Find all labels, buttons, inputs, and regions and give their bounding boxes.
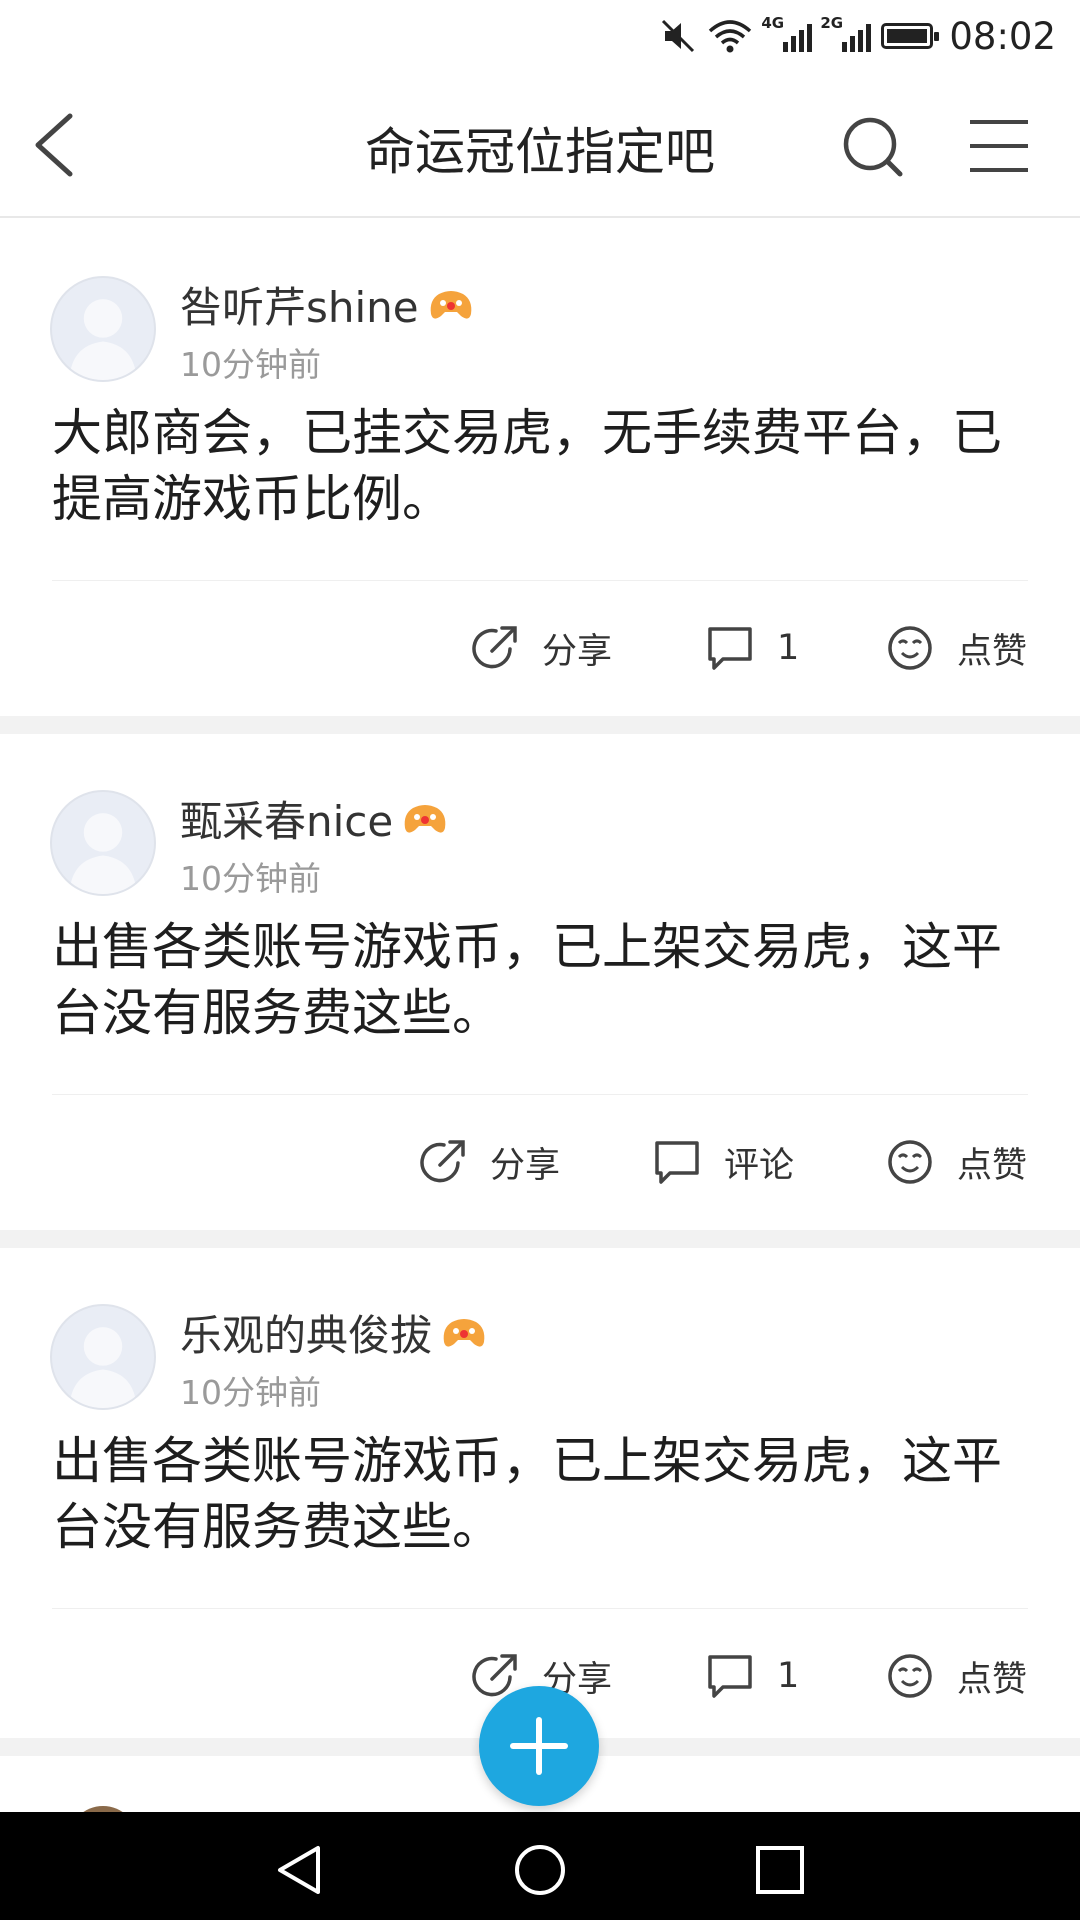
post-content[interactable]: 出售各类账号游戏币，已上架交易虎，这平台没有服务费这些。: [52, 1428, 1037, 1560]
post-time: 10分钟前: [180, 1373, 321, 1412]
comment-button[interactable]: 评论: [652, 1122, 794, 1202]
share-icon: [472, 626, 517, 669]
comment-count: 1: [777, 1656, 800, 1696]
post-card[interactable]: 甄采春nice 10分钟前 出售各类账号游戏币，已上架交易虎，这平台没有服务费这…: [0, 734, 1080, 1230]
like-button[interactable]: 点赞: [885, 1636, 1027, 1716]
share-label: 分享: [490, 1145, 561, 1186]
status-bar: 4G 2G 08:02: [0, 0, 1080, 72]
username[interactable]: 乐观的典俊拔: [180, 1302, 486, 1363]
top-header: 命运冠位指定吧: [0, 72, 1080, 218]
page-title: 命运冠位指定吧: [365, 123, 715, 181]
username-text: 甄采春nice: [180, 797, 394, 846]
like-button[interactable]: 点赞: [885, 608, 1027, 688]
comment-count: 1: [777, 628, 800, 668]
gamepad-badge-icon: [404, 804, 446, 833]
post-actions: 分享 1 点赞: [0, 608, 1080, 688]
comment-label: 评论: [724, 1145, 795, 1186]
gamepad-badge-icon: [443, 1318, 485, 1347]
gamepad-badge-icon: [430, 290, 471, 319]
like-button[interactable]: 点赞: [885, 1122, 1027, 1202]
mute-icon: [662, 19, 695, 53]
post-actions: 分享 评论 点赞: [0, 1122, 1080, 1202]
battery-icon: [881, 23, 940, 49]
avatar[interactable]: [50, 1304, 156, 1410]
like-icon: [888, 1654, 932, 1698]
divider: [52, 580, 1028, 581]
system-nav-bar: [0, 1812, 1080, 1920]
like-icon: [888, 626, 932, 670]
like-label: 点赞: [957, 1659, 1028, 1700]
post-card[interactable]: 咎听芹shine 10分钟前 大郎商会，已挂交易虎，无手续费平台，已提高游戏币比…: [0, 220, 1080, 716]
post-separator: [0, 1230, 1080, 1248]
avatar[interactable]: [50, 276, 156, 382]
comment-button[interactable]: 1: [705, 608, 799, 688]
share-label: 分享: [542, 631, 613, 672]
signal-2g-icon: 2G: [820, 14, 872, 52]
plus-icon: [510, 1717, 568, 1775]
network-4g-label: 4G: [761, 14, 785, 32]
comment-button[interactable]: 1: [705, 1636, 799, 1716]
nav-home-icon[interactable]: [512, 1842, 568, 1898]
nav-back-icon[interactable]: [272, 1842, 328, 1898]
comment-icon: [655, 1141, 699, 1184]
status-time: 08:02: [949, 14, 1056, 58]
post-time: 10分钟前: [180, 345, 321, 384]
post-content[interactable]: 大郎商会，已挂交易虎，无手续费平台，已提高游戏币比例。: [52, 400, 1037, 532]
post-separator: [0, 716, 1080, 734]
comment-icon: [708, 627, 752, 670]
wifi-icon: [709, 20, 752, 53]
username[interactable]: 咎听芹shine: [180, 274, 473, 335]
share-icon: [420, 1140, 465, 1183]
like-label: 点赞: [957, 631, 1028, 672]
avatar[interactable]: [50, 790, 156, 896]
status-icons: 4G 2G 08:02: [659, 10, 1056, 62]
post-time: 10分钟前: [180, 859, 321, 898]
new-post-button[interactable]: [479, 1686, 599, 1806]
divider: [52, 1608, 1028, 1609]
like-label: 点赞: [957, 1145, 1028, 1186]
share-button[interactable]: 分享: [418, 1122, 560, 1202]
like-icon: [888, 1140, 932, 1184]
username-text: 乐观的典俊拔: [180, 1311, 433, 1360]
divider: [52, 1094, 1028, 1095]
username-text: 咎听芹shine: [180, 283, 419, 332]
nav-recent-apps-icon[interactable]: [752, 1842, 808, 1898]
network-2g-label: 2G: [820, 14, 844, 32]
comment-icon: [708, 1655, 752, 1698]
post-content[interactable]: 出售各类账号游戏币，已上架交易虎，这平台没有服务费这些。: [52, 914, 1037, 1046]
post-card[interactable]: 乐观的典俊拔 10分钟前 出售各类账号游戏币，已上架交易虎，这平台没有服务费这些…: [0, 1248, 1080, 1744]
share-button[interactable]: 分享: [470, 608, 612, 688]
search-icon[interactable]: [842, 116, 904, 178]
menu-icon[interactable]: [968, 118, 1030, 174]
signal-4g-icon: 4G: [761, 14, 813, 52]
username[interactable]: 甄采春nice: [180, 788, 447, 849]
